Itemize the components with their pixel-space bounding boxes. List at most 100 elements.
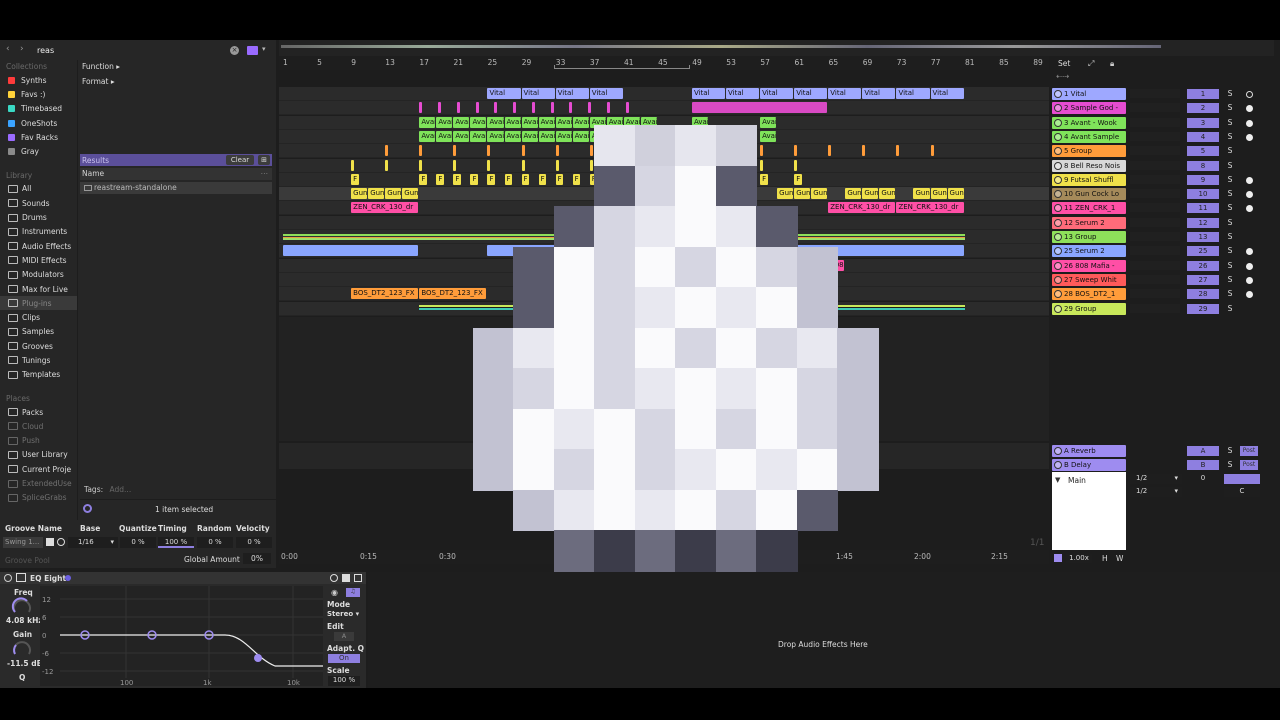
lock-icon[interactable]: 🔒︎ [1110, 59, 1114, 69]
futsal-clip[interactable]: F [521, 173, 530, 185]
search-filter-icon[interactable] [247, 46, 258, 55]
serum-clip[interactable] [487, 245, 964, 257]
track-header[interactable]: 4 Avant Sample [1052, 130, 1126, 143]
avant-clip[interactable]: Avai [572, 116, 589, 128]
group-clip[interactable] [521, 145, 525, 157]
bell-clip[interactable] [521, 159, 525, 171]
bell-clip[interactable] [623, 159, 627, 171]
overview-bar[interactable] [279, 40, 1274, 56]
sample-clip[interactable] [550, 102, 554, 114]
add-icon[interactable]: ⊞ [258, 155, 270, 165]
velocity-value[interactable]: 0 % [236, 537, 272, 548]
play-state-icon[interactable] [1054, 233, 1062, 241]
hot-swap-icon[interactable] [46, 538, 54, 546]
collection-item[interactable]: Favs :) [0, 87, 77, 101]
place-item[interactable]: User Library [0, 448, 77, 462]
avant-clip[interactable]: Avai [691, 130, 708, 142]
gain-value[interactable]: -11.5 dB [7, 659, 42, 668]
library-item[interactable]: Plug-ins [0, 296, 77, 311]
avant-clip[interactable]: Avai [555, 130, 572, 142]
vital-clip[interactable]: Vital [930, 88, 964, 99]
library-item[interactable]: Max for Live [0, 282, 77, 296]
track-header[interactable]: 28 BOS_DT2_1 [1052, 288, 1126, 301]
track-number[interactable]: 9 [1187, 174, 1219, 185]
bell-clip[interactable] [760, 159, 764, 171]
solo-button[interactable]: S [1224, 131, 1236, 143]
futsal-clip[interactable]: F [453, 173, 461, 185]
loop-brace[interactable] [554, 65, 690, 69]
library-item[interactable]: Sounds [0, 196, 77, 210]
solo-button[interactable]: S [1224, 145, 1236, 157]
hot-swap-icon[interactable] [65, 575, 71, 581]
group-clip[interactable] [419, 145, 423, 157]
avant-clip[interactable]: Avai [436, 116, 453, 128]
avant-clip[interactable]: Avai [487, 116, 504, 128]
play-state-icon[interactable] [1054, 290, 1062, 299]
solo-button[interactable]: S [1224, 88, 1236, 100]
quantize-value[interactable]: 0 % [120, 537, 156, 548]
vital-clip[interactable]: Vital [691, 88, 726, 99]
sample-clip[interactable] [513, 102, 517, 114]
filter-format[interactable]: Format ▸ [82, 77, 115, 86]
sample-clip[interactable] [419, 102, 423, 114]
place-item[interactable]: SpliceGrabs [0, 491, 77, 505]
solo-button[interactable]: S [1224, 274, 1236, 286]
group-clip[interactable] [589, 145, 593, 157]
solo-button[interactable]: S [1224, 245, 1236, 257]
collection-item[interactable]: Gray [0, 144, 77, 158]
gun-clip[interactable]: Gun [794, 188, 811, 200]
scale-value[interactable]: 100 % [328, 676, 360, 686]
fold-icon[interactable]: ▼ [1055, 476, 1060, 484]
futsal-clip[interactable]: F [538, 173, 547, 185]
clear-search-icon[interactable]: × [230, 46, 239, 55]
group-clip[interactable] [794, 145, 798, 157]
avant-clip[interactable]: Avai [538, 130, 555, 142]
bos-clip[interactable]: BOS_DT2_123_FX [351, 288, 419, 300]
track-number[interactable]: 25 [1187, 246, 1219, 257]
record-arm-icon[interactable] [1246, 191, 1253, 199]
vital-clip[interactable]: Vital [760, 88, 794, 99]
play-state-icon[interactable] [1054, 104, 1062, 113]
audition-icon[interactable]: ♫ [346, 588, 360, 597]
futsal-clip[interactable]: F [504, 173, 513, 185]
track-header[interactable]: 11 ZEN_CRK_1 [1052, 202, 1126, 215]
post-button[interactable]: Post [1240, 460, 1258, 471]
library-item[interactable]: Samples [0, 325, 77, 339]
adapt-q-toggle[interactable]: On [328, 654, 360, 663]
return-letter[interactable]: B [1187, 460, 1219, 471]
bell-clip[interactable] [419, 159, 423, 171]
futsal-clip[interactable]: F [726, 173, 734, 185]
gun-clip[interactable]: Gun [947, 188, 964, 200]
avant-clip[interactable]: Avai [572, 130, 589, 142]
group-clip[interactable] [453, 145, 457, 157]
futsal-clip[interactable]: F [606, 173, 615, 185]
result-item[interactable]: reastream-standalone [80, 182, 272, 194]
track-header[interactable]: 9 Futsal Shuffl [1052, 173, 1126, 186]
avant-clip[interactable]: Avai [606, 116, 623, 128]
play-state-icon[interactable] [1054, 161, 1062, 170]
sample-clip[interactable] [691, 102, 828, 114]
sample-clip[interactable] [625, 102, 629, 114]
record-arm-icon[interactable] [1246, 105, 1253, 113]
avant-clip[interactable]: Avai [521, 116, 538, 128]
record-arm-icon[interactable] [1246, 276, 1253, 284]
gun-clip[interactable]: Gun [368, 188, 385, 200]
edit-a-button[interactable]: A [334, 632, 354, 641]
avant-clip[interactable]: Avai [760, 130, 777, 142]
solo-button[interactable]: S [1224, 260, 1236, 272]
avant-clip[interactable]: Avai [691, 116, 708, 128]
vital-clip[interactable]: Vital [794, 88, 828, 99]
set-button[interactable]: Set [1058, 59, 1070, 68]
more-icon[interactable]: ⋯ [261, 168, 269, 180]
avant-clip[interactable]: Avai [436, 130, 453, 142]
track-number[interactable]: 1 [1187, 89, 1219, 99]
track-number[interactable]: 8 [1187, 160, 1219, 171]
vital-clip[interactable]: Vital [828, 88, 862, 99]
futsal-clip[interactable]: F [623, 173, 632, 185]
library-item[interactable]: Tunings [0, 353, 77, 367]
gun-clip[interactable]: Gun [879, 188, 896, 200]
library-item[interactable]: Drums [0, 210, 77, 224]
track-header[interactable]: 25 Serum 2 [1052, 245, 1126, 258]
return-track-header[interactable]: B Delay [1052, 459, 1126, 472]
track-number[interactable]: 4 [1187, 131, 1219, 142]
